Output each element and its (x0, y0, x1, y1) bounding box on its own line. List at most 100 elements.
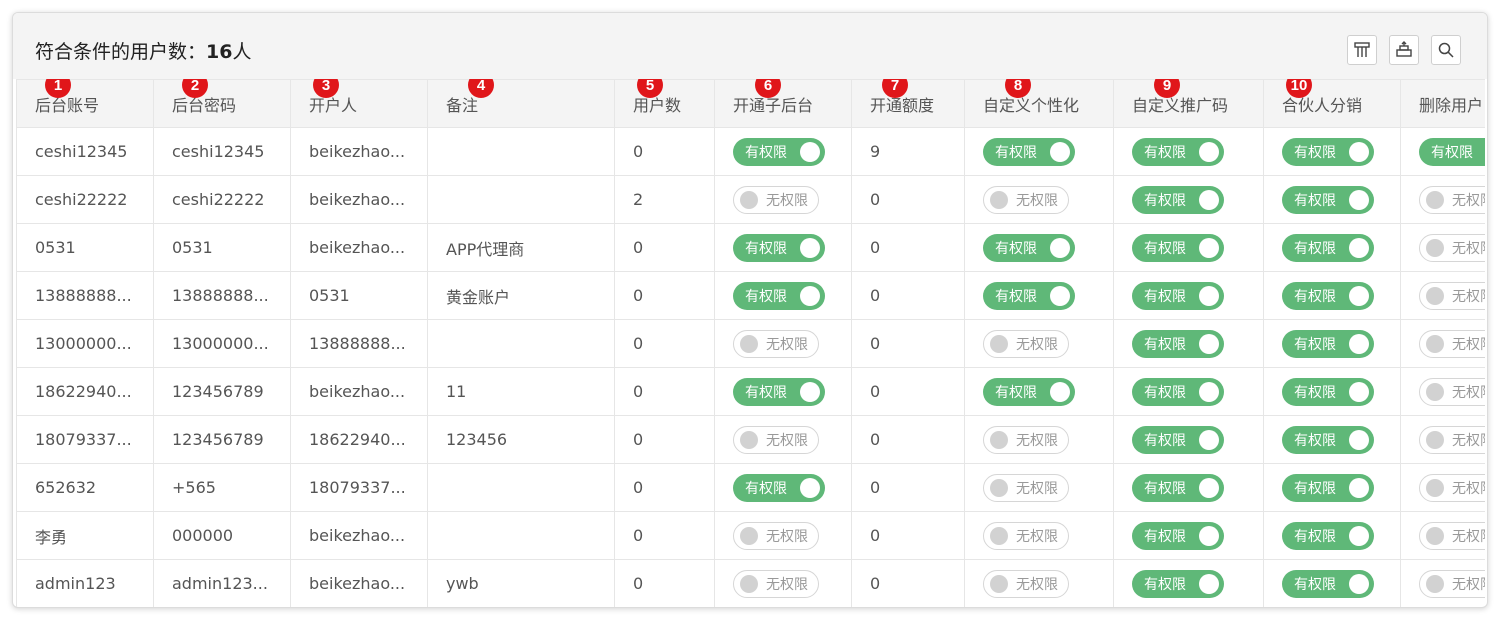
permission-toggle[interactable]: 无权限 (1419, 569, 1485, 598)
permission-toggle[interactable]: 有权限 (1132, 233, 1224, 262)
table-header-row: 后台账号 1 后台密码 2 开户人 3 备注 4 用户数 5 开通子后台 6 开通额度 7 自定义个性化 8 自… (16, 79, 1485, 128)
permission-toggle[interactable]: 无权限 (1419, 377, 1485, 406)
cell-account: 李勇 (16, 511, 154, 560)
column-header[interactable]: 备注 4 (427, 79, 615, 128)
permission-toggle[interactable]: 无权限 (983, 521, 1069, 550)
permission-toggle[interactable]: 无权限 (1419, 521, 1485, 550)
toggle-knob (1426, 334, 1444, 353)
permission-toggle[interactable]: 无权限 (983, 425, 1069, 454)
table-row: ceshi12345 ceshi12345 beikezhao... 0 有权限 9 有权限… (16, 127, 1485, 176)
toggle-label: 有权限 (745, 480, 787, 497)
cell-quota: 0 (851, 463, 965, 512)
cell-password: admin123... (153, 559, 291, 607)
columns-button[interactable] (1347, 35, 1377, 65)
column-header[interactable]: 用户数 5 (614, 79, 715, 128)
summary-count: 16 (206, 41, 233, 63)
toggle-label: 有权限 (745, 384, 787, 401)
permission-toggle[interactable]: 有权限 (1282, 377, 1374, 406)
permission-toggle[interactable]: 有权限 (1132, 185, 1224, 214)
permission-toggle[interactable]: 有权限 (1282, 425, 1374, 454)
permission-toggle[interactable]: 有权限 (1282, 137, 1374, 166)
toggle-knob (1349, 525, 1369, 546)
cell-account: ceshi12345 (16, 127, 154, 176)
permission-toggle[interactable]: 有权限 (733, 281, 825, 310)
permission-toggle[interactable]: 有权限 (1132, 281, 1224, 310)
permission-toggle[interactable]: 有权限 (983, 233, 1075, 262)
permission-toggle[interactable]: 有权限 (1132, 569, 1224, 598)
column-header[interactable]: 自定义个性化 8 (964, 79, 1114, 128)
permission-cell: 有权限 (714, 223, 852, 272)
permission-toggle[interactable]: 无权限 (733, 425, 819, 454)
permission-toggle[interactable]: 有权限 (1132, 329, 1224, 358)
permission-toggle[interactable]: 无权限 (733, 569, 819, 598)
toggle-knob (1426, 190, 1444, 209)
permission-toggle[interactable]: 有权限 (733, 137, 825, 166)
permission-toggle[interactable]: 有权限 (733, 473, 825, 502)
permission-toggle[interactable]: 无权限 (983, 473, 1069, 502)
cell-quota: 0 (851, 319, 965, 368)
permission-toggle[interactable]: 无权限 (733, 329, 819, 358)
column-header[interactable]: 后台密码 2 (153, 79, 291, 128)
table-row: 18622940... 123456789 beikezhao... 11 0 有权限 0 有… (16, 367, 1485, 416)
toggle-knob (1050, 237, 1070, 258)
search-button[interactable] (1431, 35, 1461, 65)
cell-quota: 0 (851, 271, 965, 320)
column-header[interactable]: 开户人 3 (290, 79, 428, 128)
summary-unit: 人 (232, 41, 252, 63)
permission-toggle[interactable]: 有权限 (1132, 473, 1224, 502)
column-header[interactable]: 后台账号 1 (16, 79, 154, 128)
toggle-label: 有权限 (1294, 288, 1336, 305)
column-header[interactable]: 开通额度 7 (851, 79, 965, 128)
column-header[interactable]: 自定义推广码 9 (1113, 79, 1264, 128)
permission-toggle[interactable]: 有权限 (983, 377, 1075, 406)
permission-toggle[interactable]: 无权限 (1419, 473, 1485, 502)
permission-toggle[interactable]: 无权限 (733, 185, 819, 214)
permission-cell: 无权限 (714, 415, 852, 464)
user-table-container[interactable]: 后台账号 1 后台密码 2 开户人 3 备注 4 用户数 5 开通子后台 6 开通额度 7 自定义个性化 8 自… (16, 79, 1485, 607)
toggle-knob (1426, 574, 1444, 593)
cell-quota: 0 (851, 223, 965, 272)
permission-toggle[interactable]: 有权限 (1132, 425, 1224, 454)
permission-toggle[interactable]: 无权限 (1419, 233, 1485, 262)
permission-toggle[interactable]: 无权限 (1419, 425, 1485, 454)
user-list-panel: 符合条件的用户数：16人 后台账号 1 后台密码 2 开户人 3 备注 4 用户… (12, 12, 1488, 608)
permission-toggle[interactable]: 有权限 (983, 281, 1075, 310)
permission-toggle[interactable]: 无权限 (983, 569, 1069, 598)
column-header[interactable]: 删除用户 (1400, 79, 1485, 128)
permission-toggle[interactable]: 无权限 (983, 185, 1069, 214)
permission-toggle[interactable]: 无权限 (1419, 185, 1485, 214)
permission-toggle[interactable]: 有权限 (1419, 137, 1485, 166)
cell-account: 18079337... (16, 415, 154, 464)
column-header[interactable]: 开通子后台 6 (714, 79, 852, 128)
toggle-label: 无权限 (766, 192, 808, 209)
permission-toggle[interactable]: 有权限 (1282, 329, 1374, 358)
permission-toggle[interactable]: 有权限 (1132, 521, 1224, 550)
permission-toggle[interactable]: 有权限 (1282, 569, 1374, 598)
user-table: 后台账号 1 后台密码 2 开户人 3 备注 4 用户数 5 开通子后台 6 开通额度 7 自定义个性化 8 自… (16, 79, 1485, 607)
permission-toggle[interactable]: 有权限 (1282, 473, 1374, 502)
toggle-label: 无权限 (1016, 576, 1058, 593)
permission-toggle[interactable]: 无权限 (983, 329, 1069, 358)
permission-toggle[interactable]: 有权限 (1282, 521, 1374, 550)
toggle-label: 有权限 (1144, 192, 1186, 209)
column-header[interactable]: 合伙人分销 10 (1263, 79, 1401, 128)
cell-note: 黄金账户 (427, 271, 615, 320)
permission-toggle[interactable]: 无权限 (1419, 329, 1485, 358)
permission-toggle[interactable]: 有权限 (983, 137, 1075, 166)
permission-toggle[interactable]: 有权限 (733, 233, 825, 262)
toggle-knob (1199, 333, 1219, 354)
permission-toggle[interactable]: 有权限 (733, 377, 825, 406)
toggle-label: 有权限 (1431, 144, 1473, 161)
cell-opener: beikezhao... (290, 175, 428, 224)
permission-toggle[interactable]: 有权限 (1132, 377, 1224, 406)
permission-toggle[interactable]: 有权限 (1132, 137, 1224, 166)
permission-toggle[interactable]: 有权限 (1282, 233, 1374, 262)
permission-toggle[interactable]: 无权限 (1419, 281, 1485, 310)
toggle-label: 有权限 (1144, 384, 1186, 401)
permission-cell: 无权限 (1400, 415, 1485, 464)
toggle-knob (1199, 381, 1219, 402)
permission-toggle[interactable]: 无权限 (733, 521, 819, 550)
permission-toggle[interactable]: 有权限 (1282, 185, 1374, 214)
permission-toggle[interactable]: 有权限 (1282, 281, 1374, 310)
print-button[interactable] (1389, 35, 1419, 65)
